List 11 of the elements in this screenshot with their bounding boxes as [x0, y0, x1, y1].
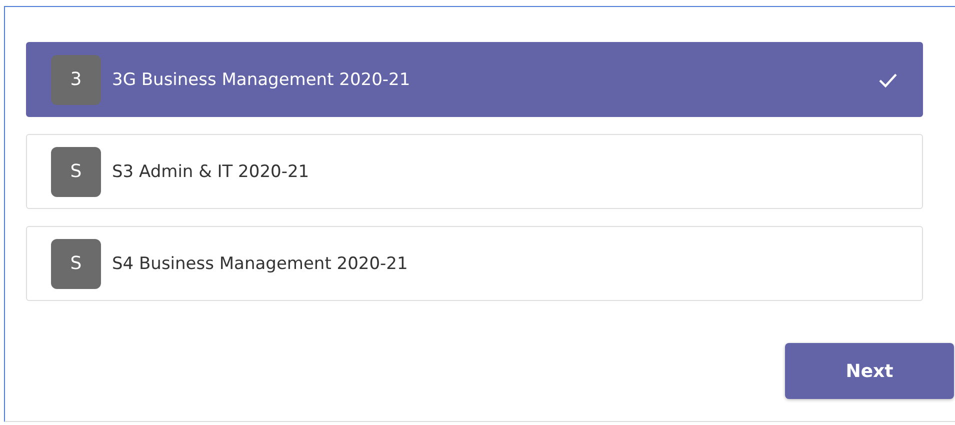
team-option[interactable]: S S3 Admin & IT 2020-21 — [26, 134, 923, 209]
next-button[interactable]: Next — [785, 343, 954, 399]
checkmark-icon — [878, 72, 898, 88]
team-name: S4 Business Management 2020-21 — [112, 254, 409, 274]
team-name: S3 Admin & IT 2020-21 — [112, 162, 310, 182]
team-option[interactable]: S S4 Business Management 2020-21 — [26, 226, 923, 301]
team-avatar: S — [51, 146, 101, 196]
team-avatar: S — [51, 238, 101, 288]
team-name: 3G Business Management 2020-21 — [112, 70, 412, 90]
team-option[interactable]: 3 3G Business Management 2020-21 — [26, 42, 923, 117]
team-avatar: 3 — [51, 54, 101, 104]
